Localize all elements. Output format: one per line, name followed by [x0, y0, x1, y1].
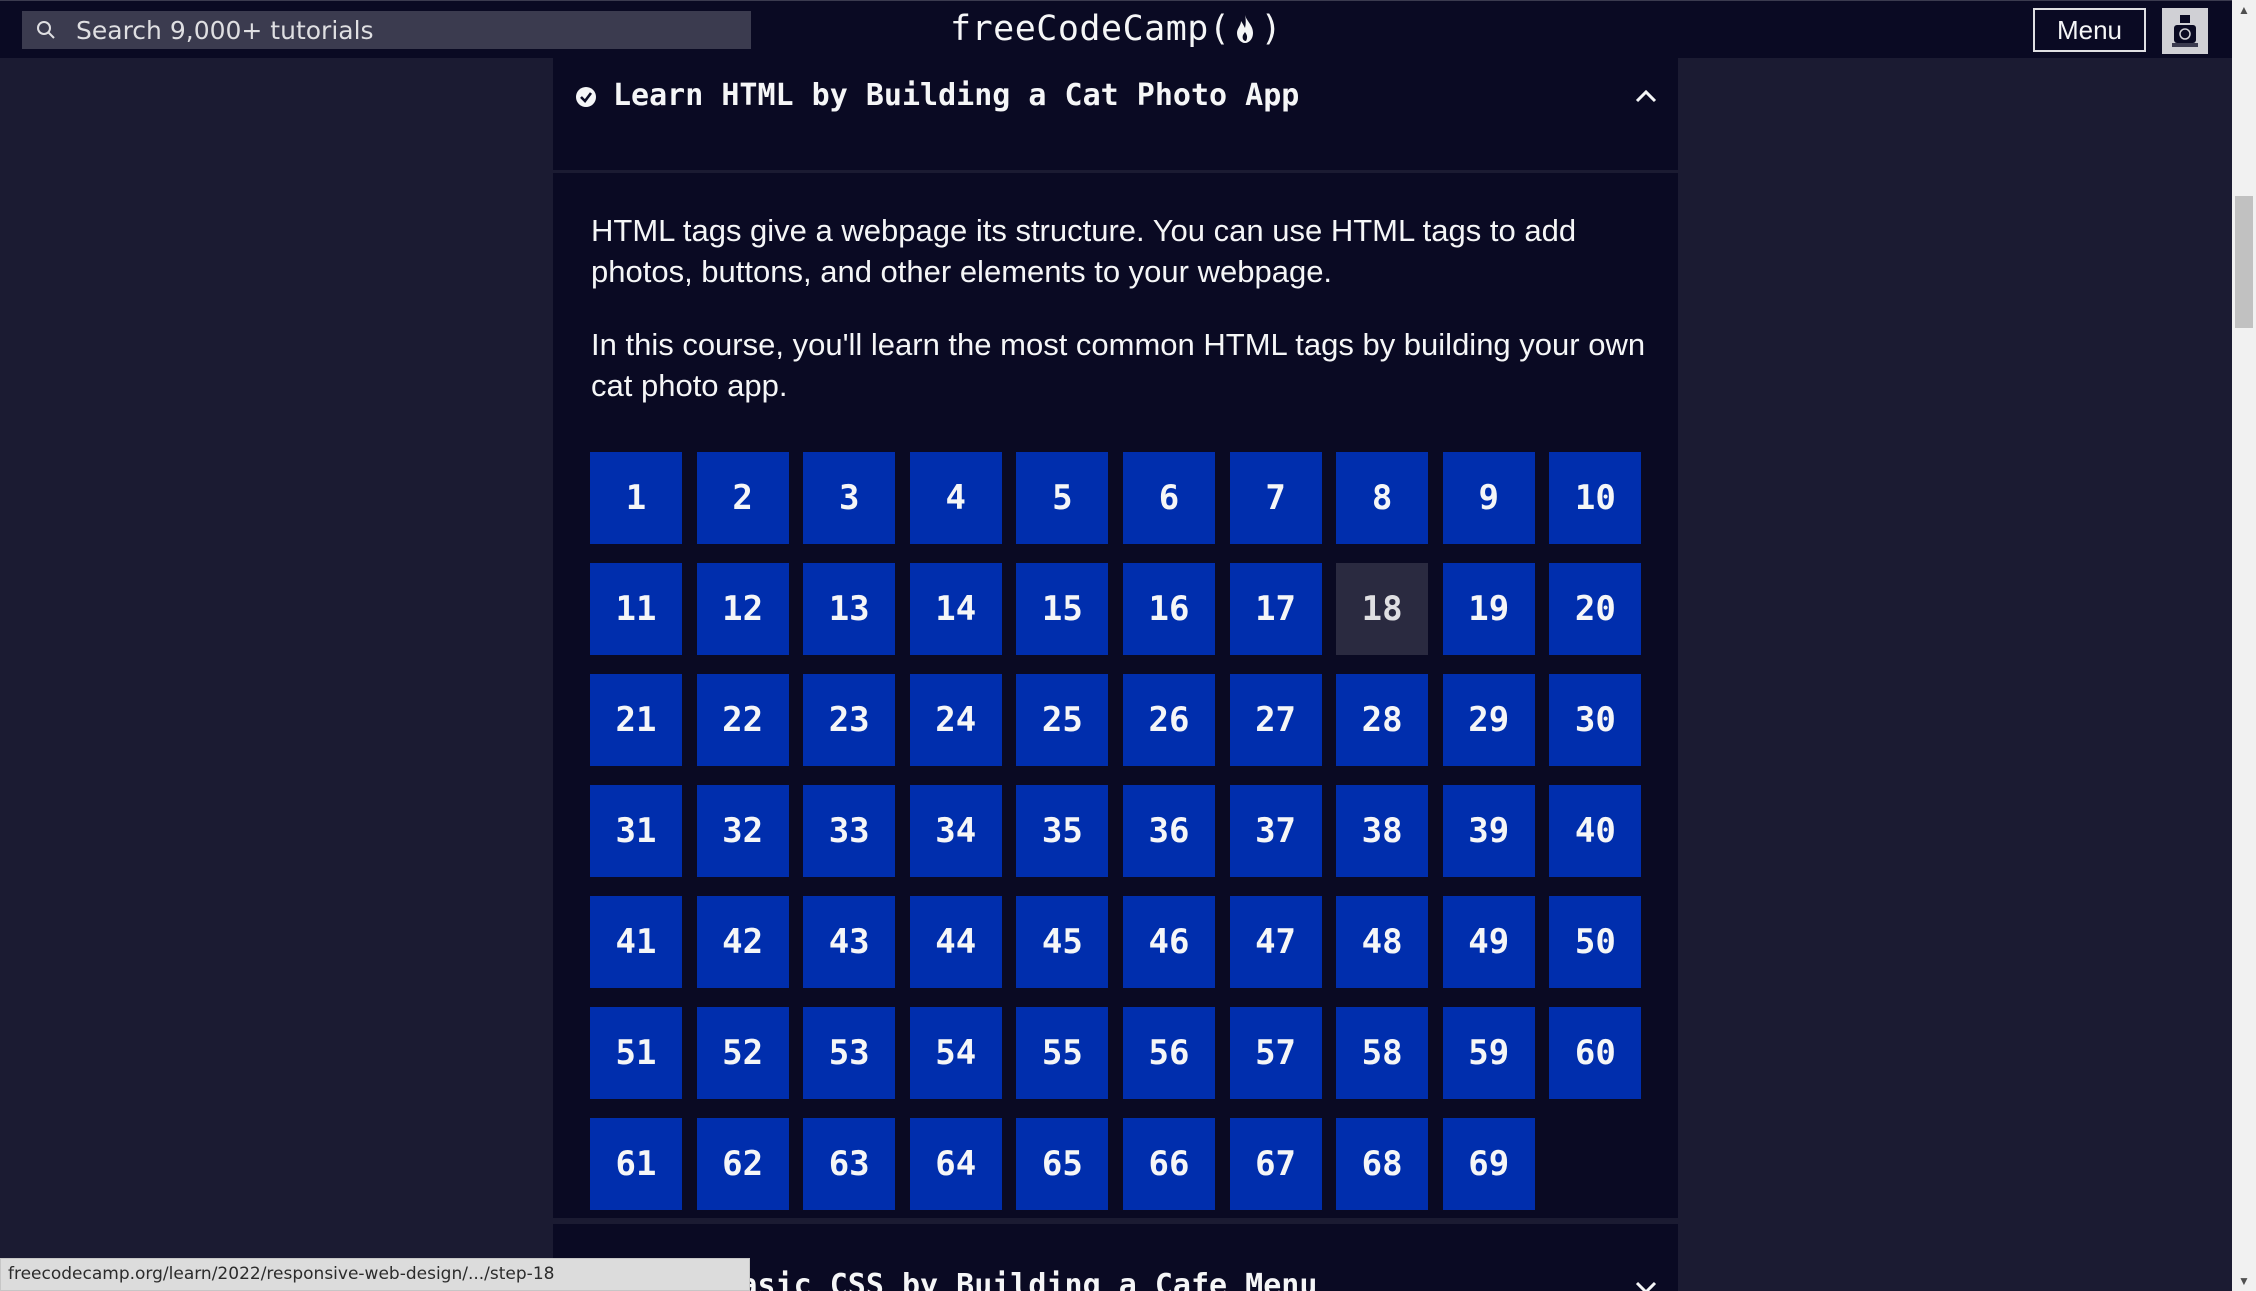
- step-button[interactable]: 25: [1016, 674, 1109, 766]
- step-button[interactable]: 67: [1229, 1118, 1322, 1210]
- search-bar[interactable]: [22, 11, 751, 49]
- step-button[interactable]: 66: [1122, 1118, 1215, 1210]
- step-button[interactable]: 52: [696, 1007, 789, 1099]
- step-button[interactable]: 15: [1016, 563, 1109, 655]
- flame-icon: [1237, 15, 1254, 43]
- step-button[interactable]: 20: [1549, 563, 1642, 655]
- scroll-up-arrow-icon[interactable]: ▲: [2232, 0, 2256, 20]
- step-button[interactable]: 41: [590, 896, 682, 988]
- step-button[interactable]: 59: [1442, 1007, 1535, 1099]
- step-button[interactable]: 68: [1336, 1118, 1429, 1210]
- step-button[interactable]: 22: [696, 674, 789, 766]
- step-button[interactable]: 61: [590, 1118, 682, 1210]
- step-button[interactable]: 34: [909, 785, 1002, 877]
- step-grid: 1 2 3 4 5 6 7 8 9 10 11 12 13 14 15 16 17 18 19 20 21 22 23 24 2…: [590, 452, 1660, 1210]
- step-button[interactable]: 12: [696, 563, 789, 655]
- check-circle-icon: [576, 87, 596, 107]
- step-button[interactable]: 29: [1442, 674, 1535, 766]
- step-button[interactable]: 60: [1549, 1007, 1642, 1099]
- course-title: Learn HTML by Building a Cat Photo App: [613, 78, 1300, 113]
- logo-text-prefix: freeCodeCamp(: [950, 9, 1231, 49]
- course-block-header[interactable]: Learn HTML by Building a Cat Photo App: [553, 58, 1678, 173]
- step-button[interactable]: 50: [1549, 896, 1642, 988]
- step-button[interactable]: 2: [696, 452, 789, 544]
- step-button[interactable]: 36: [1122, 785, 1215, 877]
- step-button[interactable]: 37: [1229, 785, 1322, 877]
- step-button[interactable]: 27: [1229, 674, 1322, 766]
- scrollbar-thumb[interactable]: [2235, 196, 2253, 328]
- step-button[interactable]: 1: [590, 452, 682, 544]
- step-button[interactable]: 19: [1442, 563, 1535, 655]
- step-button[interactable]: 13: [803, 563, 896, 655]
- step-button[interactable]: 42: [696, 896, 789, 988]
- step-button[interactable]: 39: [1442, 785, 1535, 877]
- step-button[interactable]: 33: [803, 785, 896, 877]
- step-button[interactable]: 14: [909, 563, 1002, 655]
- step-button[interactable]: 6: [1122, 452, 1215, 544]
- step-button[interactable]: 64: [909, 1118, 1002, 1210]
- step-button[interactable]: 3: [803, 452, 896, 544]
- step-button[interactable]: 17: [1229, 563, 1322, 655]
- step-button[interactable]: 4: [909, 452, 1002, 544]
- step-button[interactable]: 10: [1549, 452, 1642, 544]
- step-button[interactable]: 26: [1122, 674, 1215, 766]
- step-button[interactable]: 56: [1122, 1007, 1215, 1099]
- step-button[interactable]: 51: [590, 1007, 682, 1099]
- step-button[interactable]: 8: [1336, 452, 1429, 544]
- step-button[interactable]: 40: [1549, 785, 1642, 877]
- step-button[interactable]: 9: [1442, 452, 1535, 544]
- step-button[interactable]: 58: [1336, 1007, 1429, 1099]
- top-navigation: freeCodeCamp( ) Menu: [0, 0, 2232, 58]
- step-button[interactable]: 45: [1016, 896, 1109, 988]
- step-button[interactable]: 32: [696, 785, 789, 877]
- status-bar-url: freecodecamp.org/learn/2022/responsive-w…: [0, 1258, 750, 1291]
- step-button[interactable]: 65: [1016, 1118, 1109, 1210]
- step-button[interactable]: 43: [803, 896, 896, 988]
- step-button[interactable]: 28: [1336, 674, 1429, 766]
- logo-text-suffix: ): [1260, 9, 1283, 49]
- freecodecamp-logo[interactable]: freeCodeCamp( ): [950, 3, 1282, 55]
- chevron-down-icon[interactable]: [1633, 1278, 1659, 1291]
- step-button[interactable]: 55: [1016, 1007, 1109, 1099]
- user-avatar-icon: [2172, 15, 2198, 47]
- step-button[interactable]: 16: [1122, 563, 1215, 655]
- step-button[interactable]: 62: [696, 1118, 789, 1210]
- step-button[interactable]: 5: [1016, 452, 1109, 544]
- search-input[interactable]: [76, 15, 751, 45]
- step-button[interactable]: 35: [1016, 785, 1109, 877]
- step-button[interactable]: 44: [909, 896, 1002, 988]
- step-button[interactable]: 57: [1229, 1007, 1322, 1099]
- course-description-2: In this course, you'll learn the most co…: [591, 327, 1646, 403]
- menu-button[interactable]: Menu: [2033, 8, 2146, 52]
- step-button[interactable]: 49: [1442, 896, 1535, 988]
- course-block: Learn HTML by Building a Cat Photo App H…: [553, 58, 1678, 1218]
- step-button[interactable]: 23: [803, 674, 896, 766]
- step-button[interactable]: 30: [1549, 674, 1642, 766]
- scroll-down-arrow-icon[interactable]: ▼: [2232, 1271, 2256, 1291]
- step-button[interactable]: 46: [1122, 896, 1215, 988]
- step-button[interactable]: 24: [909, 674, 1002, 766]
- step-button[interactable]: 21: [590, 674, 682, 766]
- step-button[interactable]: 63: [803, 1118, 896, 1210]
- step-button[interactable]: 54: [909, 1007, 1002, 1099]
- avatar[interactable]: [2162, 8, 2208, 54]
- step-button[interactable]: 53: [803, 1007, 896, 1099]
- step-button[interactable]: 47: [1229, 896, 1322, 988]
- step-button[interactable]: 38: [1336, 785, 1429, 877]
- chevron-up-icon[interactable]: [1633, 86, 1659, 106]
- step-button[interactable]: 7: [1229, 452, 1322, 544]
- step-button[interactable]: 69: [1442, 1118, 1535, 1210]
- step-button[interactable]: 48: [1336, 896, 1429, 988]
- step-button[interactable]: 18: [1336, 563, 1429, 655]
- step-button[interactable]: 11: [590, 563, 682, 655]
- search-icon: [37, 21, 55, 39]
- step-button[interactable]: 31: [590, 785, 682, 877]
- course-description-1: HTML tags give a webpage its structure. …: [591, 213, 1577, 289]
- scrollbar[interactable]: ▲ ▼: [2232, 0, 2256, 1291]
